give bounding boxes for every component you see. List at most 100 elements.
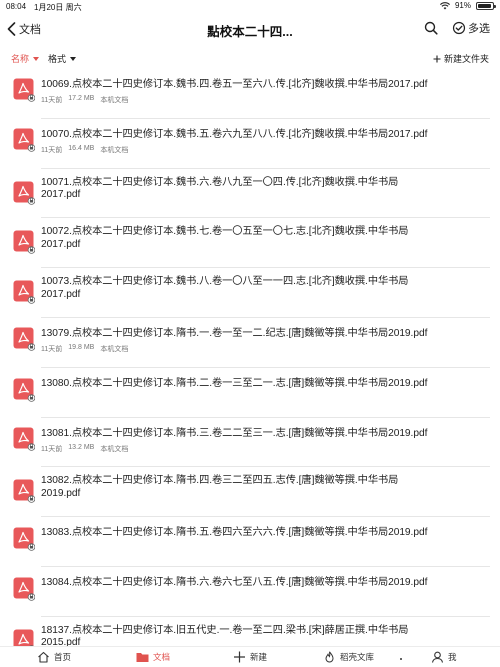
file-name-line-1: 10072.点校本二十四史修订本.魏书.七.卷一〇五至一〇七.志.[北齐]魏收撰…: [41, 226, 409, 238]
pdf-file-icon: [13, 327, 35, 351]
flame-icon: [325, 651, 334, 663]
pdf-file-icon: [13, 527, 35, 551]
chevron-left-icon: [7, 22, 16, 36]
wifi-icon: [439, 1, 450, 9]
back-label: 文档: [19, 24, 41, 36]
status-bar: 08:04 1月20日 周六 91%: [0, 0, 500, 14]
caret-down-icon: [33, 56, 40, 61]
notification-dot: [400, 658, 402, 660]
file-name-line-1: 10069.点校本二十四史修订本.魏书.四.卷五一至六八.传.[北齐]魏收撰.中…: [41, 79, 428, 90]
file-location: 本机文档: [100, 445, 129, 453]
file-row[interactable]: 18137.点校本二十四史修订本.旧五代史.一.卷一至二四.梁书.[宋]薛居正撰…: [0, 617, 500, 646]
file-location: 本机文档: [100, 146, 129, 154]
caret-down-icon: [70, 56, 77, 61]
folder-icon: [136, 653, 149, 662]
new-folder-button[interactable]: 新建文件夹: [433, 52, 489, 65]
file-modified-age: 11天前: [41, 97, 63, 104]
file-row[interactable]: 10070.点校本二十四史修订本.魏书.五.卷六九至八八.传.[北齐]魏收撰.中…: [0, 119, 500, 169]
home-icon: [38, 651, 49, 663]
format-filter-dropdown[interactable]: 格式: [48, 52, 77, 65]
file-name-line-2: 2015.pdf: [41, 637, 81, 646]
multi-select-label: 多选: [468, 23, 490, 35]
file-name-line-1: 13079.点校本二十四史修订本.隋书.一.卷一至一二.纪志.[唐]魏徵等撰.中…: [41, 328, 428, 339]
person-icon: [431, 651, 444, 663]
file-row[interactable]: 13081.点校本二十四史修订本.隋书.三.卷二二至三一.志.[唐]魏徵等撰.中…: [0, 418, 500, 468]
file-name: 13084.点校本二十四史修订本.隋书.六.卷六七至八五.传.[唐]魏徵等撰.中…: [41, 577, 492, 590]
file-name: 10071.点校本二十四史修订本.魏书.六.卷八九至一〇四.传.[北齐]魏收撰.…: [41, 177, 492, 202]
tab-label: 文档: [153, 652, 171, 662]
file-row[interactable]: 13083.点校本二十四史修订本.隋书.五.卷四六至六六.传.[唐]魏徵等撰.中…: [0, 517, 500, 567]
file-name-line-1: 10071.点校本二十四史修订本.魏书.六.卷八九至一〇四.传.[北齐]魏收撰.…: [41, 176, 399, 188]
file-size: 19.8 MB: [68, 344, 95, 351]
plus-icon: [433, 55, 441, 62]
file-meta: 11天前 13.2 MB 本机文档: [41, 444, 128, 454]
file-row[interactable]: 13080.点校本二十四史修订本.隋书.二.卷一三至二一.志.[唐]魏徵等撰.中…: [0, 368, 500, 418]
tab-new[interactable]: 新建: [233, 651, 267, 663]
file-name: 13083.点校本二十四史修订本.隋书.五.卷四六至六六.传.[唐]魏徵等撰.中…: [41, 527, 492, 540]
bottom-tab-bar: 首页 文档 新建 稻壳文库 我: [0, 646, 500, 667]
plus-icon: [234, 651, 245, 663]
file-name: 10072.点校本二十四史修订本.魏书.七.卷一〇五至一〇七.志.[北齐]魏收撰…: [41, 226, 492, 251]
status-time: 08:04: [6, 2, 27, 11]
pdf-file-icon: [13, 378, 35, 402]
battery-icon: [476, 1, 496, 10]
back-button[interactable]: 文档: [7, 21, 41, 37]
file-location: 本机文档: [100, 346, 129, 353]
multi-select-icon: [452, 21, 466, 35]
file-name-line-1: 13080.点校本二十四史修订本.隋书.二.卷一三至二一.志.[唐]魏徵等撰.中…: [41, 377, 428, 389]
file-name-line-1: 13083.点校本二十四史修订本.隋书.五.卷四六至六六.传.[唐]魏徵等撰.中…: [41, 527, 428, 539]
file-name-line-1: 18137.点校本二十四史修订本.旧五代史.一.卷一至二四.梁书.[宋]薛居正撰…: [41, 624, 409, 636]
file-name-line-1: 13082.点校本二十四史修订本.隋书.四.卷三二至四五.志传.[唐]魏徵等撰.…: [41, 475, 399, 487]
file-name-line-2: 2019.pdf: [41, 487, 81, 499]
search-icon[interactable]: [424, 21, 438, 35]
tab-label: 新建: [250, 652, 268, 662]
file-name: 13079.点校本二十四史修订本.隋书.一.卷一至一二.纪志.[唐]魏徵等撰.中…: [41, 328, 492, 341]
pdf-file-icon: [13, 280, 35, 304]
tab-documents[interactable]: 文档: [136, 651, 170, 663]
file-meta: 11天前 16.4 MB 本机文档: [41, 145, 128, 155]
battery-percent: 91%: [454, 1, 471, 10]
pdf-file-icon: [13, 577, 35, 601]
file-row[interactable]: 10073.点校本二十四史修订本.魏书.八.卷一〇八至一一四.志.[北齐]魏收撰…: [0, 268, 500, 318]
file-row[interactable]: 13082.点校本二十四史修订本.隋书.四.卷三二至四五.志传.[唐]魏徵等撰.…: [0, 467, 500, 518]
file-row[interactable]: 10072.点校本二十四史修订本.魏书.七.卷一〇五至一〇七.志.[北齐]魏收撰…: [0, 218, 500, 269]
sort-label: 名称: [11, 54, 30, 64]
file-name: 10073.点校本二十四史修订本.魏书.八.卷一〇八至一一四.志.[北齐]魏收撰…: [41, 276, 492, 301]
file-row[interactable]: 13079.点校本二十四史修订本.隋书.一.卷一至一二.纪志.[唐]魏徵等撰.中…: [0, 318, 500, 368]
pdf-file-icon: [13, 128, 35, 152]
file-size: 13.2 MB: [68, 443, 95, 451]
file-list: 10069.点校本二十四史修订本.魏书.四.卷五一至六八.传.[北齐]魏收撰.中…: [0, 69, 500, 646]
file-modified-age: 11天前: [41, 146, 63, 154]
tab-label: 首页: [54, 652, 72, 662]
tab-home[interactable]: 首页: [37, 651, 71, 663]
multi-select-button[interactable]: 多选: [452, 20, 490, 36]
tab-me[interactable]: 我: [431, 651, 457, 663]
file-location: 本机文档: [100, 97, 129, 104]
file-name-line-2: 2017.pdf: [41, 288, 81, 300]
sort-by-name-dropdown[interactable]: 名称: [11, 52, 40, 65]
file-row[interactable]: 10069.点校本二十四史修订本.魏书.四.卷五一至六八.传.[北齐]魏收撰.中…: [0, 69, 500, 119]
file-name-line-1: 10073.点校本二十四史修订本.魏书.八.卷一〇八至一一四.志.[北齐]魏收撰…: [41, 276, 409, 288]
pdf-file-icon: [13, 479, 35, 504]
tab-label: 稻壳文库: [340, 652, 375, 662]
file-row[interactable]: 10071.点校本二十四史修订本.魏书.六.卷八九至一〇四.传.[北齐]魏收撰.…: [0, 169, 500, 219]
pdf-file-icon: [13, 230, 35, 255]
tab-docer-library[interactable]: 稻壳文库: [323, 651, 374, 663]
file-name: 10070.点校本二十四史修订本.魏书.五.卷六九至八八.传.[北齐]魏收撰.中…: [41, 129, 492, 142]
file-modified-age: 11天前: [41, 445, 63, 453]
pdf-file-icon: [13, 629, 35, 646]
file-name-line-1: 10070.点校本二十四史修订本.魏书.五.卷六九至八八.传.[北齐]魏收撰.中…: [41, 128, 428, 140]
file-name-line-1: 13084.点校本二十四史修订本.隋书.六.卷六七至八五.传.[唐]魏徵等撰.中…: [41, 577, 428, 588]
file-size: 16.4 MB: [68, 144, 95, 152]
navigation-bar: 文档 點校本二十四... 多选: [0, 14, 500, 44]
tab-label: 我: [448, 652, 457, 662]
file-name: 10069.点校本二十四史修订本.魏书.四.卷五一至六八.传.[北齐]魏收撰.中…: [41, 79, 492, 92]
file-modified-age: 11天前: [41, 346, 63, 353]
sort-toolbar: 名称 格式 新建文件夹: [0, 47, 500, 67]
status-date: 1月20日 周六: [34, 3, 82, 12]
file-row[interactable]: 13084.点校本二十四史修订本.隋书.六.卷六七至八五.传.[唐]魏徵等撰.中…: [0, 567, 500, 617]
file-size: 17.2 MB: [68, 95, 95, 102]
pdf-file-icon: [13, 181, 35, 205]
file-meta: 11天前 19.8 MB 本机文档: [41, 344, 128, 354]
file-name: 13081.点校本二十四史修订本.隋书.三.卷二二至三一.志.[唐]魏徵等撰.中…: [41, 428, 492, 441]
